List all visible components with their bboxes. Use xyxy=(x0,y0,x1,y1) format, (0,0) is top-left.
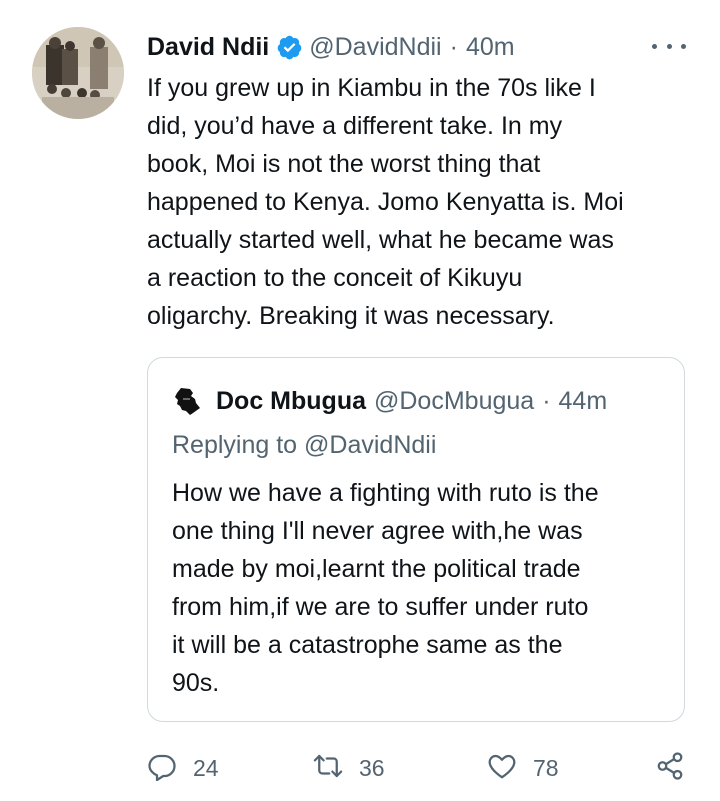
quoted-author-avatar xyxy=(172,386,202,416)
tweet-text-line: oligarchy. Breaking it was necessary. xyxy=(147,302,555,330)
tweet[interactable]: David Ndii @DavidNdii · 40m If you grew … xyxy=(0,0,720,801)
share-icon xyxy=(655,751,685,786)
retweet-icon xyxy=(313,751,343,786)
quoted-text-line: made by moi,learnt the political trade xyxy=(172,555,581,583)
tweet-text-line: a reaction to the conceit of Kikuyu xyxy=(147,264,523,292)
share-button[interactable] xyxy=(655,748,685,788)
author-handle[interactable]: @DavidNdii xyxy=(309,33,441,62)
tweet-text-line: happened to Kenya. Jomo Kenyatta is. Moi xyxy=(147,188,624,216)
tweet-text-line: did, you’d have a different take. In my xyxy=(147,112,563,140)
like-button[interactable]: 78 xyxy=(487,748,559,788)
quoted-author-name[interactable]: Doc Mbugua xyxy=(216,387,366,416)
tweet-timestamp[interactable]: 40m xyxy=(466,33,515,62)
tweet-header: David Ndii @DavidNdii · 40m xyxy=(147,30,515,64)
quoted-tweet-text: How we have a fighting with ruto is the … xyxy=(172,474,672,702)
quoted-text-line: from him,if we are to suffer under ruto xyxy=(172,593,589,621)
tweet-text-line: If you grew up in Kiambu in the 70s like… xyxy=(147,74,596,102)
reply-button[interactable]: 24 xyxy=(147,748,219,788)
reply-icon xyxy=(147,751,177,786)
separator-dot: · xyxy=(449,32,458,61)
tweet-text: If you grew up in Kiambu in the 70s like… xyxy=(147,69,697,335)
like-icon xyxy=(487,751,517,786)
like-count: 78 xyxy=(533,754,559,781)
retweet-button[interactable]: 36 xyxy=(313,748,385,788)
tweet-text-line: book, Moi is not the worst thing that xyxy=(147,150,541,178)
separator-dot: · xyxy=(542,386,551,415)
author-avatar[interactable] xyxy=(32,27,124,119)
reply-count: 24 xyxy=(193,754,219,781)
quoted-tweet-timestamp: 44m xyxy=(558,386,608,415)
more-icon[interactable] xyxy=(652,33,686,59)
quoted-text-line: How we have a fighting with ruto is the xyxy=(172,479,599,507)
quoted-tweet-header: Doc Mbugua @DocMbugua · 44m xyxy=(172,384,607,418)
quoted-tweet[interactable]: Doc Mbugua @DocMbugua · 44m Replying to … xyxy=(147,357,685,722)
author-name[interactable]: David Ndii xyxy=(147,33,269,62)
quoted-text-line: 90s. xyxy=(172,669,220,697)
tweet-text-line: actually started well, what he became wa… xyxy=(147,226,614,254)
retweet-count: 36 xyxy=(359,754,385,781)
quoted-author-handle[interactable]: @DocMbugua xyxy=(374,387,534,416)
replying-to: Replying to @DavidNdii xyxy=(172,431,437,459)
quoted-text-line: it will be a catastrophe same as the xyxy=(172,631,563,659)
quoted-text-line: one thing I'll never agree with,he was xyxy=(172,517,583,545)
verified-badge-icon xyxy=(276,34,303,61)
action-bar: 24 36 78 xyxy=(147,748,692,788)
